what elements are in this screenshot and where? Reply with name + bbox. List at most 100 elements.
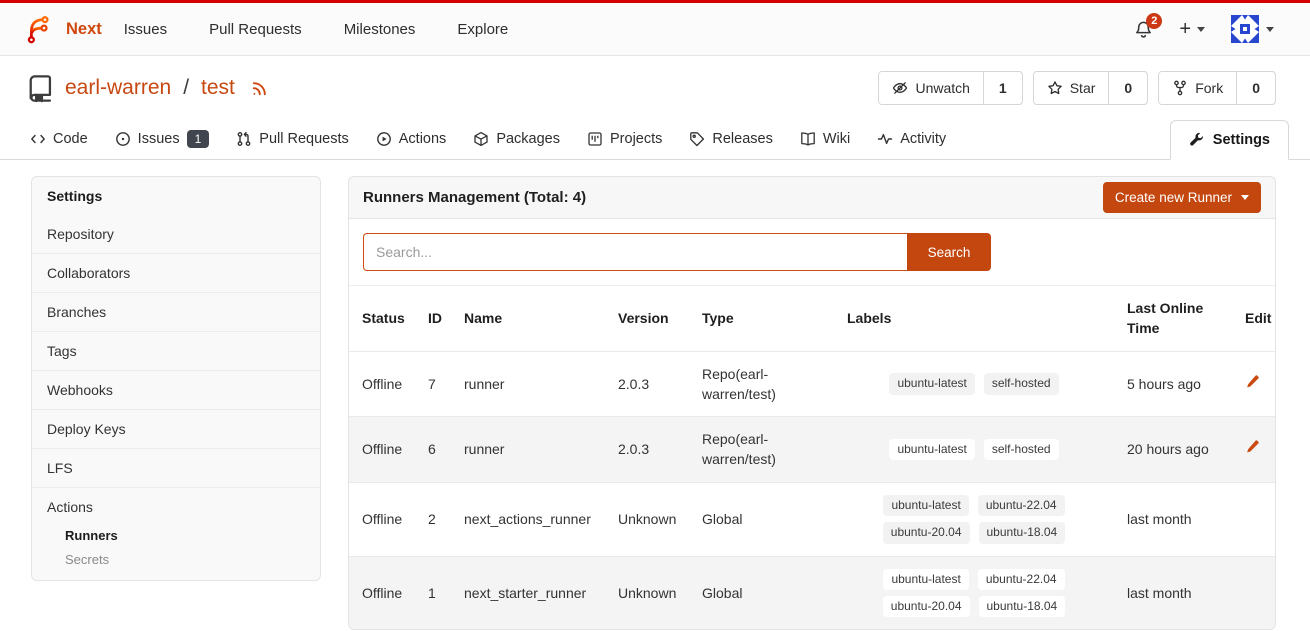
runner-labels: ubuntu-latestubuntu-22.04ubuntu-20.04ubu… — [834, 556, 1114, 629]
runner-edit-cell — [1232, 417, 1276, 483]
runner-label-badge: ubuntu-latest — [889, 373, 974, 394]
runner-edit-cell — [1232, 556, 1276, 629]
create-new-runner-button[interactable]: Create new Runner — [1103, 182, 1261, 213]
search-button[interactable]: Search — [907, 233, 991, 271]
fork-count[interactable]: 0 — [1236, 72, 1275, 104]
star-button-group: Star 0 — [1033, 71, 1148, 105]
navbar-item-pull-requests[interactable]: Pull Requests — [209, 21, 302, 38]
wrench-icon — [1189, 132, 1205, 148]
pull-request-icon — [236, 131, 252, 147]
repo-owner-link[interactable]: earl-warren — [65, 76, 171, 100]
sidebar-item-branches[interactable]: Branches — [32, 292, 320, 331]
runner-label-badge: self-hosted — [984, 373, 1059, 394]
runners-table: StatusIDNameVersionTypeLabelsLast Online… — [349, 286, 1276, 629]
navbar-item-milestones[interactable]: Milestones — [344, 21, 416, 38]
column-header-edit: Edit — [1232, 286, 1276, 351]
tab-pull-requests[interactable]: Pull Requests — [236, 118, 348, 159]
tab-activity[interactable]: Activity — [877, 118, 946, 159]
runner-last-online: last month — [1114, 482, 1232, 556]
star-button[interactable]: Star — [1034, 72, 1109, 104]
navbar: Next Issues Pull Requests Milestones Explor… — [0, 3, 1310, 56]
sidebar-item-webhooks[interactable]: Webhooks — [32, 370, 320, 409]
brand-label[interactable]: Next — [66, 20, 102, 39]
sidebar-item-deploy-keys[interactable]: Deploy Keys — [32, 409, 320, 448]
table-header-row: StatusIDNameVersionTypeLabelsLast Online… — [349, 286, 1276, 351]
forgejo-logo-icon[interactable] — [22, 13, 52, 45]
runner-label-badge: ubuntu-latest — [883, 495, 968, 516]
runner-version: 2.0.3 — [605, 417, 689, 483]
tab-settings[interactable]: Settings — [1170, 120, 1289, 160]
create-new-dropdown[interactable]: + — [1179, 18, 1205, 41]
watch-count[interactable]: 1 — [983, 72, 1022, 104]
runner-edit-cell — [1232, 482, 1276, 556]
issue-icon — [115, 131, 131, 147]
labels-wrap: ubuntu-latest self-hosted — [865, 439, 1083, 460]
runner-label-badge: ubuntu-22.04 — [978, 569, 1065, 590]
panel-title: Runners Management (Total: 4) — [363, 189, 586, 206]
repo-header: earl-warren / test Unwatch 1 — [0, 56, 1310, 118]
pencil-icon — [1245, 374, 1260, 389]
runner-label-badge: ubuntu-22.04 — [978, 495, 1065, 516]
runner-id: 7 — [415, 351, 451, 417]
search-row: Search — [349, 219, 1275, 286]
runner-name: runner — [451, 417, 605, 483]
sidebar-subitem-secrets[interactable]: Secrets — [65, 552, 305, 567]
tab-packages[interactable]: Packages — [473, 118, 560, 159]
edit-runner-button[interactable] — [1245, 374, 1260, 389]
user-menu[interactable] — [1231, 15, 1274, 43]
star-icon — [1047, 80, 1063, 96]
tab-projects[interactable]: Projects — [587, 118, 662, 159]
runner-version: Unknown — [605, 556, 689, 629]
tab-code[interactable]: Code — [30, 118, 88, 159]
runner-label-badge: ubuntu-20.04 — [883, 522, 970, 543]
star-count[interactable]: 0 — [1108, 72, 1147, 104]
sidebar-item-repository[interactable]: Repository — [32, 215, 320, 253]
settings-sidebar: Settings RepositoryCollaboratorsBranches… — [31, 176, 321, 581]
notifications-button[interactable]: 2 — [1134, 20, 1153, 39]
runner-labels: ubuntu-latest self-hosted — [834, 417, 1114, 483]
runner-status: Offline — [349, 417, 415, 483]
sidebar-item-collaborators[interactable]: Collaborators — [32, 253, 320, 292]
edit-runner-button[interactable] — [1245, 439, 1260, 454]
repo-name-link[interactable]: test — [201, 76, 235, 100]
chevron-down-icon — [1266, 27, 1274, 32]
runner-last-online: 20 hours ago — [1114, 417, 1232, 483]
plus-icon: + — [1179, 18, 1191, 41]
sidebar-item-lfs[interactable]: LFS — [32, 448, 320, 487]
package-icon — [473, 131, 489, 147]
runner-label-badge: self-hosted — [984, 439, 1059, 460]
runner-label-badge: ubuntu-latest — [889, 439, 974, 460]
runner-label-badge: ubuntu-latest — [883, 569, 968, 590]
table-row: Offline2next_actions_runnerUnknownGlobal… — [349, 482, 1276, 556]
table-row: Offline7runner2.0.3Repo(earl-warren/test… — [349, 351, 1276, 417]
navbar-item-explore[interactable]: Explore — [457, 21, 508, 38]
labels-wrap: ubuntu-latestubuntu-22.04ubuntu-20.04ubu… — [865, 569, 1083, 618]
tab-actions[interactable]: Actions — [376, 118, 447, 159]
sidebar-item-tags[interactable]: Tags — [32, 331, 320, 370]
runner-labels: ubuntu-latestubuntu-22.04ubuntu-20.04ubu… — [834, 482, 1114, 556]
navbar-item-issues[interactable]: Issues — [124, 21, 167, 38]
unwatch-button[interactable]: Unwatch — [879, 72, 982, 104]
runner-id: 1 — [415, 556, 451, 629]
column-header-name: Name — [451, 286, 605, 351]
runner-type: Global — [689, 482, 834, 556]
runner-status: Offline — [349, 482, 415, 556]
runner-name: next_actions_runner — [451, 482, 605, 556]
page: Next Issues Pull Requests Milestones Explor… — [0, 0, 1310, 644]
search-input[interactable] — [363, 233, 907, 271]
tab-wiki[interactable]: Wiki — [800, 118, 850, 159]
runner-id: 2 — [415, 482, 451, 556]
tab-issues[interactable]: Issues 1 — [115, 118, 210, 159]
tab-releases[interactable]: Releases — [689, 118, 772, 159]
sidebar-item-actions[interactable]: Actions — [47, 499, 305, 515]
runner-version: Unknown — [605, 482, 689, 556]
runner-edit-cell — [1232, 351, 1276, 417]
rss-icon[interactable] — [251, 79, 269, 97]
labels-wrap: ubuntu-latest self-hosted — [865, 373, 1083, 394]
panel-header: Runners Management (Total: 4) Create new… — [349, 177, 1275, 219]
sidebar-subitem-runners[interactable]: Runners — [65, 528, 305, 543]
fork-button[interactable]: Fork — [1159, 72, 1236, 104]
book-icon — [800, 131, 816, 147]
code-icon — [30, 131, 46, 147]
notification-count-badge: 2 — [1146, 13, 1162, 29]
